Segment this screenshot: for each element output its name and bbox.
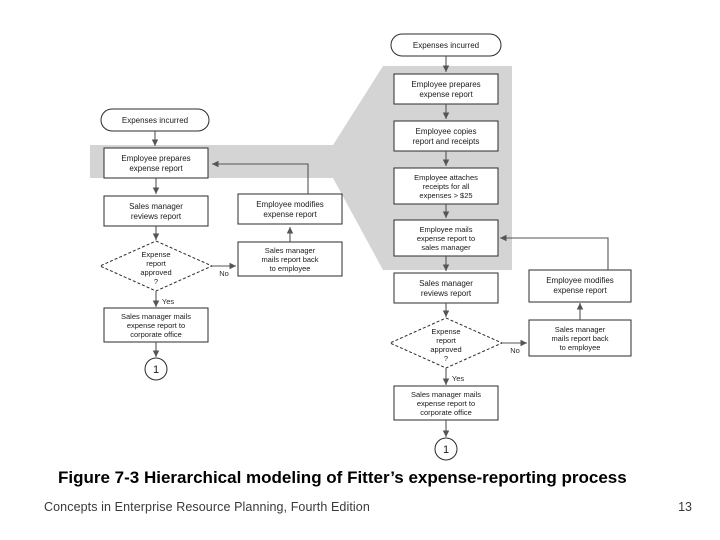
right-decision-line2: report <box>436 336 457 345</box>
left-node-label-line3: to employee <box>270 264 311 273</box>
right-label-no: No <box>510 346 520 355</box>
right-node-mails-to-corporate[interactable]: Sales manager mails expense report to co… <box>393 385 499 421</box>
left-decision-line1: Expense <box>141 250 170 259</box>
right-node-employee-mails-report[interactable]: Employee mails expense report to sales m… <box>393 219 499 257</box>
left-decision-line2: report <box>146 259 167 268</box>
left-node-employee-modifies-report[interactable]: Employee modifies expense report <box>237 193 343 225</box>
left-node-connector-one[interactable]: 1 <box>144 357 168 381</box>
left-node-label-line2: expense report <box>129 164 183 173</box>
right-node-label-line1: Employee prepares <box>411 80 480 89</box>
right-node-label-line1: Sales manager <box>419 279 473 288</box>
right-node-label-line3: expenses > $25 <box>419 191 472 200</box>
right-node-mails-back-to-employee[interactable]: Sales manager mails report back to emplo… <box>528 319 632 357</box>
left-node-approval-decision[interactable]: Expense report approved ? <box>98 240 214 292</box>
right-node-employee-modifies-report[interactable]: Employee modifies expense report <box>528 269 632 303</box>
right-node-label-line2: expense report to <box>417 399 475 408</box>
left-node-label: Expenses incurred <box>122 116 188 125</box>
left-node-sales-manager-reviews[interactable]: Sales manager reviews report <box>103 195 209 227</box>
slide-page-number: 13 <box>678 500 692 514</box>
right-decision-line1: Expense <box>431 327 460 336</box>
left-node-label-line2: mails report back <box>261 255 318 264</box>
left-node-label-line2: expense report <box>263 210 317 219</box>
left-node-mails-back-to-employee[interactable]: Sales manager mails report back to emplo… <box>237 241 343 277</box>
right-node-label-line2: mails report back <box>551 334 608 343</box>
left-decision-line4: ? <box>154 277 158 286</box>
right-node-label-line2: reviews report <box>421 289 472 298</box>
left-connector-label: 1 <box>153 364 159 376</box>
right-node-label-line3: corporate office <box>420 408 472 417</box>
right-node-employee-prepares-report[interactable]: Employee prepares expense report <box>393 73 499 105</box>
hierarchical-flowchart-svg: Expenses incurred Employee prepares expe… <box>90 33 632 461</box>
left-node-employee-prepares-report[interactable]: Employee prepares expense report <box>103 147 209 179</box>
slide-canvas: Expenses incurred Employee prepares expe… <box>0 0 720 540</box>
left-node-label-line1: Employee prepares <box>121 154 190 163</box>
right-node-connector-one[interactable]: 1 <box>434 437 458 461</box>
right-node-sales-manager-reviews[interactable]: Sales manager reviews report <box>393 272 499 304</box>
left-node-label-line1: Sales manager mails <box>121 312 191 321</box>
right-node-label-line1: Employee modifies <box>546 276 614 285</box>
left-node-mails-to-corporate[interactable]: Sales manager mails expense report to co… <box>103 307 209 343</box>
left-node-label-line1: Employee modifies <box>256 200 324 209</box>
right-node-label: Expenses incurred <box>413 41 479 50</box>
right-node-expenses-incurred[interactable]: Expenses incurred <box>390 33 502 57</box>
right-node-label-line3: sales manager <box>421 243 471 252</box>
right-node-label-line3: to employee <box>560 343 601 352</box>
right-connector-label: 1 <box>443 444 449 456</box>
right-node-label-line2: receipts for all <box>423 182 470 191</box>
right-edge-feedback <box>500 234 609 270</box>
figure-image: Expenses incurred Employee prepares expe… <box>0 0 720 466</box>
left-decision-line3: approved <box>140 268 171 277</box>
left-node-label-line2: expense report to <box>127 321 185 330</box>
left-label-yes: Yes <box>162 297 174 306</box>
right-node-label-line1: Employee mails <box>420 225 473 234</box>
right-node-label-line1: Employee copies <box>416 127 477 136</box>
right-label-yes: Yes <box>452 374 464 383</box>
right-decision-line3: approved <box>430 345 461 354</box>
left-node-label-line3: corporate office <box>130 330 182 339</box>
slide-footer-text: Concepts in Enterprise Resource Planning… <box>44 500 370 514</box>
right-node-label-line2: expense report <box>419 90 473 99</box>
right-decision-line4: ? <box>444 354 448 363</box>
figure-caption: Figure 7-3 Hierarchical modeling of Fitt… <box>58 468 627 487</box>
left-node-expenses-incurred[interactable]: Expenses incurred <box>100 108 210 132</box>
right-node-label-line1: Employee attaches <box>414 173 478 182</box>
right-node-employee-attaches-receipts[interactable]: Employee attaches receipts for all expen… <box>393 167 499 205</box>
right-node-label-line2: expense report to <box>417 234 475 243</box>
left-label-no: No <box>219 269 229 278</box>
right-node-label-line1: Sales manager <box>555 325 606 334</box>
left-node-label-line1: Sales manager <box>265 246 316 255</box>
right-node-label-line2: expense report <box>553 286 607 295</box>
left-node-label-line2: reviews report <box>131 212 182 221</box>
right-node-label-line1: Sales manager mails <box>411 390 481 399</box>
right-node-approval-decision[interactable]: Expense report approved ? <box>388 317 504 369</box>
right-node-employee-copies-report[interactable]: Employee copies report and receipts <box>393 120 499 152</box>
left-node-label-line1: Sales manager <box>129 202 183 211</box>
right-node-label-line2: report and receipts <box>413 137 480 146</box>
